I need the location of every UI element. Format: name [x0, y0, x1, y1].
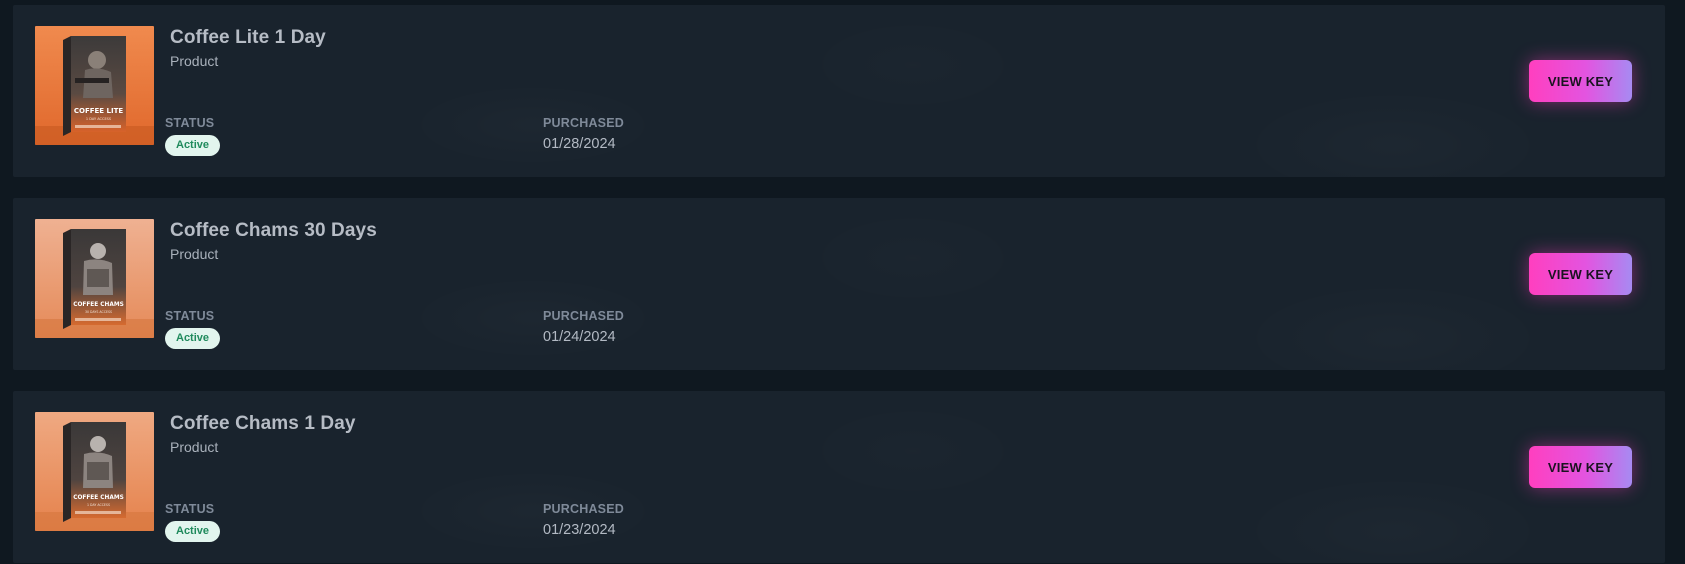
svg-text:1 DAY ACCESS: 1 DAY ACCESS	[87, 503, 110, 507]
svg-text:COFFEE LITE: COFFEE LITE	[74, 107, 123, 115]
product-subtitle: Product	[170, 246, 219, 262]
purchases-list: COFFEE LITE 1 DAY ACCESS Coffee Lite 1 D…	[13, 5, 1665, 563]
purchase-card: COFFEE LITE 1 DAY ACCESS Coffee Lite 1 D…	[13, 5, 1665, 177]
purchased-date: 01/23/2024	[543, 522, 616, 538]
product-title: Coffee Lite 1 Day	[170, 27, 326, 48]
purchased-date: 01/24/2024	[543, 329, 616, 345]
purchase-card: COFFEE CHAMS 1 DAY ACCESS Coffee Chams 1…	[13, 391, 1665, 563]
purchased-label: PURCHASED	[543, 502, 624, 516]
status-label: STATUS	[165, 502, 215, 516]
svg-text:COFFEE CHAMS: COFFEE CHAMS	[73, 302, 124, 308]
purchased-date: 01/28/2024	[543, 136, 616, 152]
product-subtitle: Product	[170, 439, 219, 455]
svg-text:COFFEE CHAMS: COFFEE CHAMS	[73, 495, 124, 501]
view-key-button[interactable]: VIEW KEY	[1529, 60, 1632, 102]
purchase-card: COFFEE CHAMS 30 DAYS ACCESS Coffee Chams…	[13, 198, 1665, 370]
status-label: STATUS	[165, 309, 215, 323]
svg-text:1 DAY ACCESS: 1 DAY ACCESS	[86, 117, 112, 121]
svg-text:30 DAYS ACCESS: 30 DAYS ACCESS	[85, 310, 112, 314]
product-image: COFFEE CHAMS 30 DAYS ACCESS	[35, 219, 154, 338]
product-image: COFFEE CHAMS 1 DAY ACCESS	[35, 412, 154, 531]
status-badge: Active	[165, 135, 221, 156]
product-subtitle: Product	[170, 53, 219, 69]
view-key-button[interactable]: VIEW KEY	[1529, 253, 1632, 295]
status-badge: Active	[165, 328, 221, 349]
status-label: STATUS	[165, 116, 215, 130]
product-title: Coffee Chams 1 Day	[170, 413, 356, 434]
status-badge: Active	[165, 521, 221, 542]
product-title: Coffee Chams 30 Days	[170, 220, 377, 241]
purchased-label: PURCHASED	[543, 116, 624, 130]
product-image: COFFEE LITE 1 DAY ACCESS	[35, 26, 154, 145]
view-key-button[interactable]: VIEW KEY	[1529, 446, 1632, 488]
purchased-label: PURCHASED	[543, 309, 624, 323]
